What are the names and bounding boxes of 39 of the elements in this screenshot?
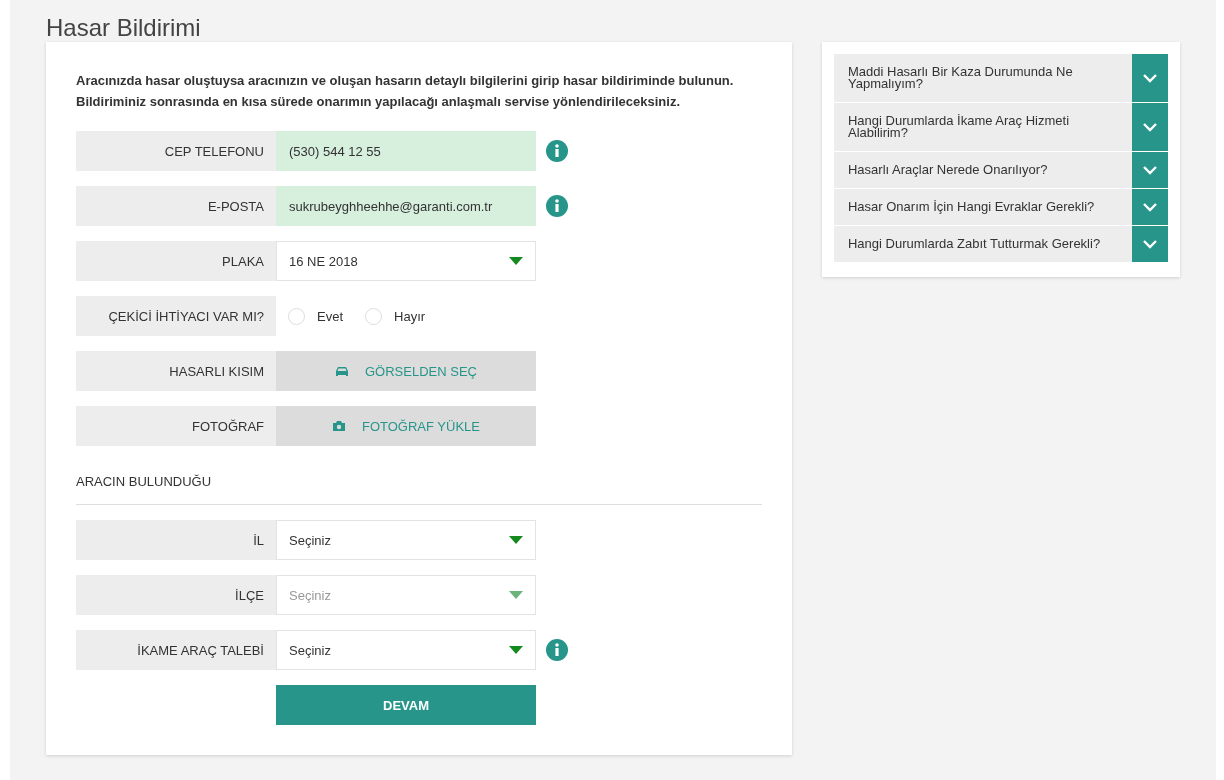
select-field[interactable]: 16 NE 2018 — [276, 241, 536, 281]
select-field[interactable]: Seçiniz — [276, 630, 536, 670]
field-label: İKAME ARAÇ TALEBİ — [76, 630, 276, 670]
dropdown-arrow-icon — [509, 646, 523, 654]
select-field[interactable]: Seçiniz — [276, 520, 536, 560]
dropdown-arrow-icon — [509, 536, 523, 544]
field-label: İL — [76, 520, 276, 560]
car-icon — [335, 365, 349, 377]
info-icon[interactable] — [546, 195, 568, 217]
radio-label[interactable]: Hayır — [394, 308, 426, 324]
field-label: İLÇE — [76, 575, 276, 615]
chevron-down-icon — [1143, 202, 1157, 212]
chevron-down-icon — [1143, 73, 1157, 83]
chevron-down-icon — [1143, 165, 1157, 175]
intro-text: Aracınızda hasar oluştuysa aracınızın ve oluşan hasarın detaylı bilgilerini girip hasar bildiriminde bulunun. Bildiriminiz sonrasında en kısa sürede onarımın yapılacağı anlaşmalı servise yönlendirileceksiniz. — [76, 72, 735, 111]
dropdown-arrow-icon — [509, 591, 523, 599]
field-label: CEP TELEFONU — [76, 131, 276, 171]
faq-item[interactable]: Hangi Durumlarda Zabıt Tutturmak Gerekli? — [833, 226, 1168, 263]
radio-label[interactable]: Evet — [317, 308, 343, 324]
field-label: PLAKA — [76, 241, 276, 281]
faq-item[interactable]: Maddi Hasarlı Bir Kaza Durumunda Ne Yapmalıyım? — [833, 54, 1168, 103]
section-heading: ARACIN BULUNDUĞU — [76, 474, 212, 489]
camera-icon — [332, 420, 346, 432]
field-label: ÇEKİCİ İHTİYACI VAR MI? — [76, 296, 276, 336]
faq-item[interactable]: Hasar Onarım İçin Hangi Evraklar Gerekli? — [833, 189, 1168, 226]
info-icon[interactable] — [546, 639, 568, 661]
field-label: E-POSTA — [76, 186, 276, 226]
text-field[interactable]: (530) 544 12 55 — [276, 131, 536, 171]
continue-button[interactable]: DEVAM — [276, 685, 536, 725]
faq-item[interactable]: Hangi Durumlarda İkame Araç Hizmeti Alabilirim? — [833, 103, 1168, 152]
faq-item[interactable]: Hasarlı Araçlar Nerede Onarılıyor? — [833, 152, 1168, 189]
chevron-down-icon — [1143, 122, 1157, 132]
page-title: Hasar Bildirimi — [46, 13, 202, 42]
info-icon[interactable] — [546, 140, 568, 162]
field-label: HASARLI KISIM — [76, 351, 276, 391]
text-field[interactable]: sukrubeyghheehhe@garanti.com.tr — [276, 186, 536, 226]
dropdown-arrow-icon — [509, 257, 523, 265]
field-label: FOTOĞRAF — [76, 406, 276, 446]
chevron-down-icon — [1143, 239, 1157, 249]
